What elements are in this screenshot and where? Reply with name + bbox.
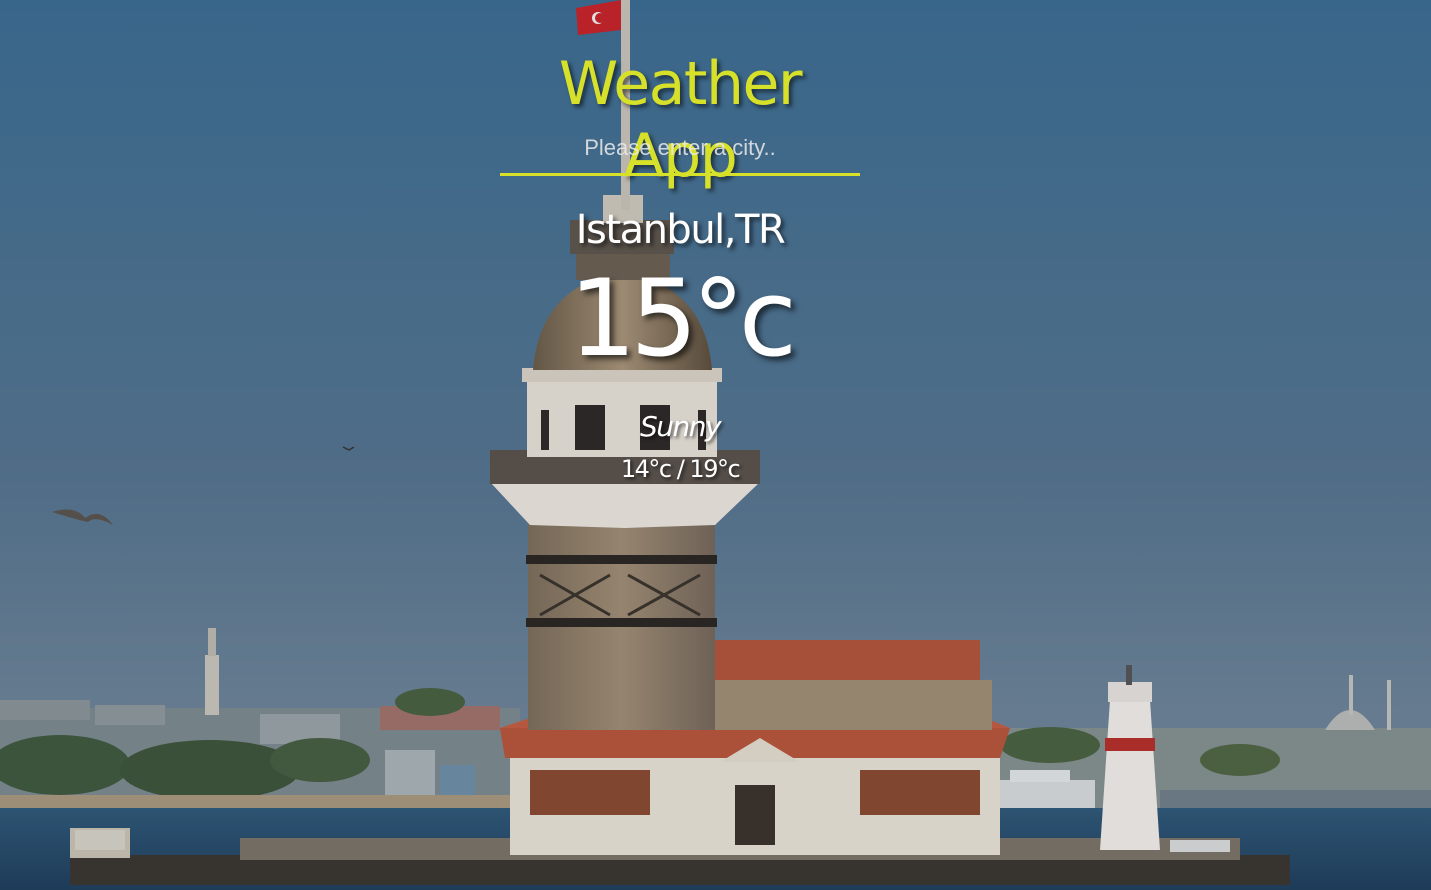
city-search-input[interactable] <box>500 130 860 176</box>
location-label: Istanbul,TR <box>575 207 786 253</box>
current-temperature: 15°c <box>568 257 797 380</box>
temperature-range: 14°c / 19°c <box>620 455 741 483</box>
weather-app: Weather App Istanbul,TR 15°c Sunny 14°c … <box>0 0 1431 890</box>
weather-condition: Sunny <box>639 410 722 443</box>
